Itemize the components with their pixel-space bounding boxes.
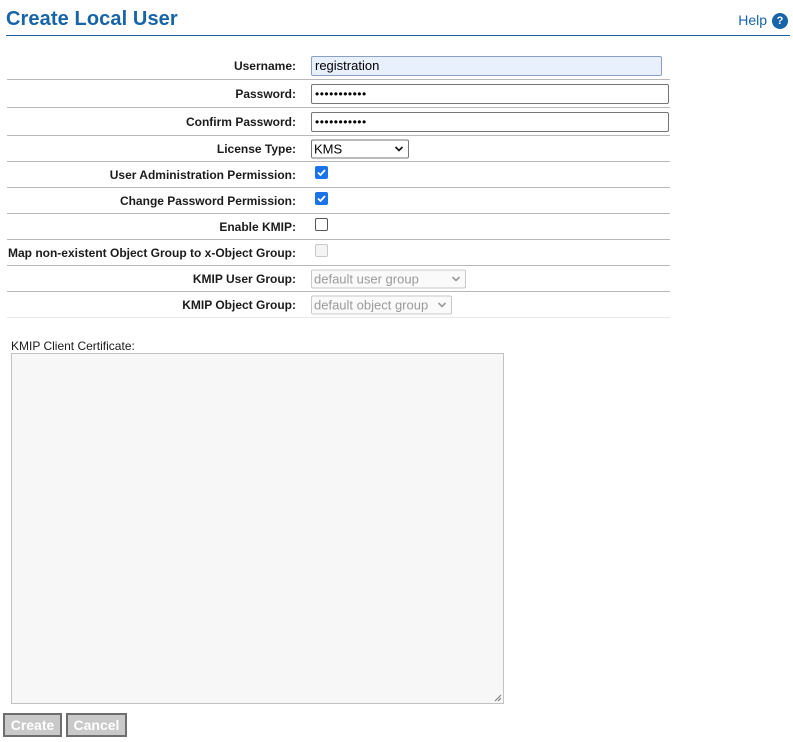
change-password-permission-control: [311, 191, 328, 210]
kmip-user-group-select[interactable]: default user group: [311, 269, 466, 288]
chevron-down-icon: [394, 145, 404, 152]
license-type-control: KMS: [311, 139, 409, 158]
map-object-group-label: Map non-existent Object Group to x-Objec…: [7, 245, 296, 260]
resize-handle-icon[interactable]: [494, 694, 502, 702]
change-password-permission-checkbox[interactable]: [315, 191, 328, 205]
confirm-password-control: [311, 111, 669, 132]
help-label[interactable]: Help: [738, 12, 767, 28]
user-form: Username: Password: Confirm Password: Li…: [7, 52, 670, 318]
form-row-kmip-object-group: KMIP Object Group: default object group: [7, 292, 670, 318]
checkmark-icon: [317, 168, 326, 176]
chevron-down-icon: [437, 301, 447, 308]
kmip-client-certificate-textarea[interactable]: [11, 353, 504, 704]
kmip-user-group-value: default user group: [314, 271, 419, 286]
change-password-permission-label: Change Password Permission:: [119, 193, 296, 208]
form-row-password: Password:: [7, 80, 670, 108]
kmip-user-group-label: KMIP User Group:: [192, 271, 296, 286]
form-row-enable-kmip: Enable KMIP:: [7, 214, 670, 240]
create-button[interactable]: Create: [3, 713, 62, 737]
license-type-value: KMS: [314, 141, 343, 156]
form-row-change-password-permission: Change Password Permission:: [7, 188, 670, 214]
confirm-password-label: Confirm Password:: [185, 114, 296, 129]
license-type-label: License Type:: [216, 141, 296, 156]
password-input[interactable]: [311, 83, 669, 104]
form-row-license-type: License Type: KMS: [7, 136, 670, 162]
license-type-select[interactable]: KMS: [311, 139, 409, 158]
password-control: [311, 83, 669, 104]
form-row-username: Username:: [7, 52, 670, 80]
enable-kmip-control: [311, 217, 328, 236]
page-title: Create Local User: [6, 8, 178, 30]
checkmark-icon: [317, 194, 326, 202]
username-control: [311, 55, 662, 76]
form-row-confirm-password: Confirm Password:: [7, 108, 670, 136]
kmip-object-group-label: KMIP Object Group:: [182, 297, 296, 312]
cancel-button[interactable]: Cancel: [66, 713, 127, 737]
kmip-client-certificate-label: KMIP Client Certificate:: [11, 339, 135, 353]
password-label: Password:: [235, 86, 296, 101]
username-label: Username:: [233, 58, 296, 73]
form-row-map-object-group: Map non-existent Object Group to x-Objec…: [7, 240, 670, 266]
confirm-password-input[interactable]: [311, 111, 669, 132]
form-row-user-admin-permission: User Administration Permission:: [7, 162, 670, 188]
user-admin-permission-checkbox[interactable]: [315, 165, 328, 179]
map-object-group-checkbox[interactable]: [315, 243, 328, 257]
enable-kmip-checkbox[interactable]: [315, 217, 328, 231]
page-header: Create Local User Help ?: [6, 6, 790, 36]
kmip-object-group-select[interactable]: default object group: [311, 295, 452, 314]
user-admin-permission-control: [311, 165, 328, 184]
kmip-object-group-control: default object group: [311, 295, 452, 314]
username-input[interactable]: [311, 55, 662, 76]
enable-kmip-label: Enable KMIP:: [219, 219, 296, 234]
user-admin-permission-label: User Administration Permission:: [109, 167, 296, 182]
kmip-object-group-value: default object group: [314, 297, 429, 312]
kmip-user-group-control: default user group: [311, 269, 466, 288]
chevron-down-icon: [451, 275, 461, 282]
form-row-kmip-user-group: KMIP User Group: default user group: [7, 266, 670, 292]
help-link[interactable]: Help ?: [738, 11, 788, 29]
map-object-group-control: [311, 243, 328, 262]
question-circle-icon[interactable]: ?: [772, 13, 788, 29]
